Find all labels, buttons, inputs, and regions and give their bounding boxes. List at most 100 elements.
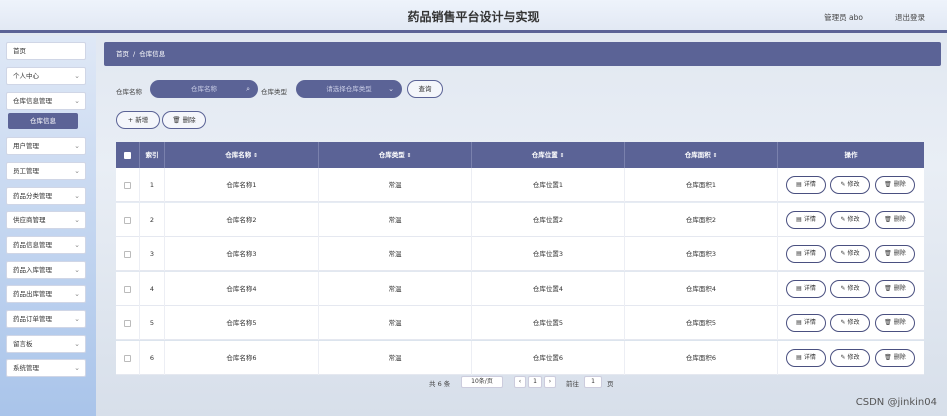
table-row: 3 仓库名称3 常温 仓库位置3 仓库面积3 ▤ 详情 ✎ 修改 🗑 删除 (116, 237, 924, 271)
chevron-down-icon: ⌄ (74, 216, 80, 224)
logout-link[interactable]: 退出登录 (895, 12, 925, 23)
header-location[interactable]: 仓库位置 ⇕ (472, 142, 625, 168)
edit-button[interactable]: ✎ 修改 (830, 279, 870, 298)
sidebar-item-guestbook[interactable]: 留言板 ⌄ (6, 335, 86, 353)
sidebar-item-orders[interactable]: 药品订单管理 ⌄ (6, 310, 86, 328)
cell-index: 3 (140, 237, 165, 271)
row-delete-button[interactable]: 🗑 删除 (875, 245, 915, 263)
detail-button[interactable]: ▤ 详情 (786, 176, 826, 194)
row-delete-button-label: 删除 (893, 181, 906, 188)
pencil-icon: ✎ (840, 353, 846, 361)
cell-area: 仓库面积3 (625, 237, 778, 271)
edit-button[interactable]: ✎ 修改 (830, 176, 870, 194)
cell-ops: ▤ 详情 ✎ 修改 🗑 删除 (778, 272, 924, 306)
detail-button-label: 详情 (803, 319, 816, 326)
goto-page-input[interactable]: 1 (584, 376, 602, 388)
chevron-down-icon: ⌄ (74, 167, 80, 175)
detail-button-label: 详情 (803, 215, 816, 223)
cell-type: 常温 (319, 271, 472, 306)
sidebar-item-label: 供应商管理 (13, 216, 46, 224)
detail-button[interactable]: ▤ 详情 (786, 279, 826, 298)
pencil-icon: ✎ (840, 181, 846, 188)
sidebar-item-system[interactable]: 系统管理 ⌄ (6, 359, 86, 377)
warehouse-type-placeholder: 请选择仓库类型 (326, 85, 372, 93)
warehouse-name-label: 仓库名称 (116, 88, 142, 96)
warehouse-name-input[interactable]: 仓库名称 ⌕ (150, 80, 258, 98)
add-button[interactable]: + 新增 (116, 111, 160, 129)
header-type[interactable]: 仓库类型 ⇕ (319, 142, 472, 168)
select-all-checkbox[interactable] (124, 152, 131, 159)
delete-button[interactable]: 🗑 删除 (162, 111, 206, 129)
row-checkbox[interactable] (124, 354, 131, 362)
row-checkbox[interactable] (124, 216, 131, 224)
row-select-cell (116, 306, 140, 340)
sidebar-item-stock-out[interactable]: 药品出库管理 ⌄ (6, 285, 86, 303)
cell-area: 仓库面积2 (625, 202, 778, 237)
header-name-label: 仓库名称 (225, 151, 252, 159)
detail-button[interactable]: ▤ 详情 (786, 314, 826, 332)
row-checkbox[interactable] (124, 251, 131, 258)
sidebar-item-users[interactable]: 用户管理 ⌄ (6, 137, 86, 155)
row-delete-button[interactable]: 🗑 删除 (875, 279, 915, 298)
edit-button[interactable]: ✎ 修改 (830, 245, 870, 263)
search-icon: ⌕ (246, 85, 250, 93)
edit-button[interactable]: ✎ 修改 (830, 210, 870, 229)
sidebar: 首页 个人中心 ⌄ 仓库信息管理 ⌄ 仓库信息 用户管理 ⌄ 员工管理 ⌄ 药品分类管理… (0, 36, 96, 416)
document-icon: ▤ (796, 181, 802, 188)
pencil-icon: ✎ (840, 215, 846, 223)
watermark: CSDN @jinkin04 (855, 397, 937, 408)
edit-button-label: 修改 (847, 319, 860, 326)
prev-page-button[interactable]: ‹ (514, 376, 526, 388)
breadcrumb-home[interactable]: 首页 (116, 50, 129, 58)
sidebar-item-drug-category[interactable]: 药品分类管理 ⌄ (6, 187, 86, 205)
row-delete-button[interactable]: 🗑 删除 (875, 210, 915, 229)
row-delete-button[interactable]: 🗑 删除 (875, 314, 915, 332)
row-delete-button-label: 删除 (893, 250, 906, 257)
table-row: 5 仓库名称5 常温 仓库位置5 仓库面积5 ▤ 详情 ✎ 修改 🗑 删除 (116, 306, 924, 340)
sidebar-item-staff[interactable]: 员工管理 ⌄ (6, 162, 86, 180)
cell-area: 仓库面积4 (625, 271, 778, 306)
row-checkbox[interactable] (124, 285, 131, 293)
sidebar-item-profile[interactable]: 个人中心 ⌄ (6, 67, 86, 85)
row-delete-button-label: 删除 (893, 353, 906, 361)
row-delete-button[interactable]: 🗑 删除 (875, 348, 915, 367)
current-page[interactable]: 1 (528, 376, 542, 388)
edit-button-label: 修改 (847, 215, 860, 223)
chevron-down-icon: ⌄ (388, 85, 394, 93)
trash-icon: 🗑 (884, 319, 892, 326)
row-checkbox[interactable] (124, 182, 131, 189)
row-delete-button[interactable]: 🗑 删除 (875, 176, 915, 194)
sidebar-sub-warehouse-info[interactable]: 仓库信息 (8, 113, 78, 129)
table-row: 2 仓库名称2 常温 仓库位置2 仓库面积2 ▤ 详情 ✎ 修改 🗑 删除 (116, 202, 924, 237)
row-checkbox[interactable] (124, 320, 131, 327)
edit-button[interactable]: ✎ 修改 (830, 314, 870, 332)
detail-button[interactable]: ▤ 详情 (786, 210, 826, 229)
edit-button-label: 修改 (847, 284, 860, 292)
cell-ops: ▤ 详情 ✎ 修改 🗑 删除 (778, 203, 924, 237)
cell-name: 仓库名称6 (165, 340, 319, 375)
chevron-down-icon: ⌄ (74, 290, 80, 298)
sidebar-item-label: 药品订单管理 (13, 315, 52, 323)
sidebar-item-label: 药品出库管理 (13, 290, 52, 298)
warehouse-type-select[interactable]: 请选择仓库类型 ⌄ (296, 80, 402, 98)
trash-icon: 🗑 (172, 116, 181, 124)
next-page-button[interactable]: › (544, 376, 556, 388)
header-name[interactable]: 仓库名称 ⇕ (165, 142, 319, 168)
sidebar-item-drug-info[interactable]: 药品信息管理 ⌄ (6, 236, 86, 254)
detail-button[interactable]: ▤ 详情 (786, 245, 826, 263)
query-button[interactable]: 查询 (407, 80, 443, 98)
cell-index: 4 (140, 271, 165, 306)
main-content: 首页 / 仓库信息 仓库名称 仓库名称 ⌕ 仓库类型 请选择仓库类型 ⌄ 查询 + … (104, 42, 941, 416)
page-size-select[interactable]: 10条/页 (461, 376, 503, 388)
sidebar-item-supplier[interactable]: 供应商管理 ⌄ (6, 211, 86, 229)
sidebar-item-label: 药品分类管理 (13, 192, 52, 200)
row-delete-button-label: 删除 (893, 319, 906, 326)
sidebar-item-stock-in[interactable]: 药品入库管理 ⌄ (6, 261, 86, 279)
table-row: 4 仓库名称4 常温 仓库位置4 仓库面积4 ▤ 详情 ✎ 修改 🗑 删除 (116, 271, 924, 306)
header-area[interactable]: 仓库面积 ⇕ (625, 142, 778, 168)
detail-button[interactable]: ▤ 详情 (786, 348, 826, 367)
edit-button[interactable]: ✎ 修改 (830, 348, 870, 367)
sidebar-item-warehouse[interactable]: 仓库信息管理 ⌄ (6, 92, 86, 110)
sidebar-item-home[interactable]: 首页 (6, 42, 86, 60)
chevron-down-icon: ⌄ (74, 241, 80, 249)
